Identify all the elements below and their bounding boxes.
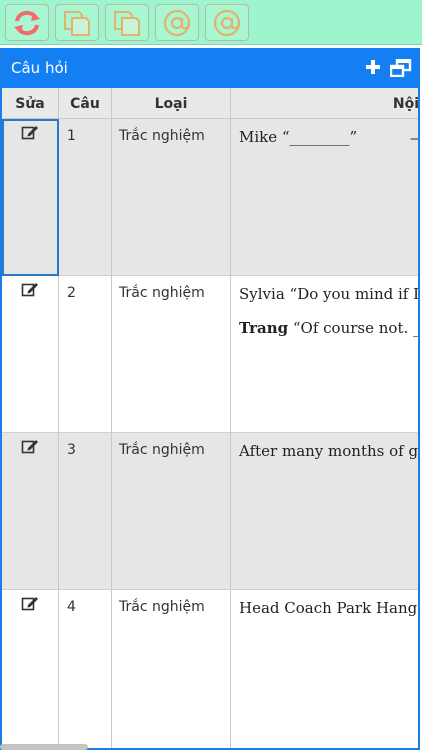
column-header-content[interactable]: Nội <box>231 88 418 119</box>
type-cell: Trắc nghiệm <box>112 276 231 432</box>
copy-button-2[interactable] <box>105 4 149 41</box>
column-header-number[interactable]: Câu <box>59 88 112 119</box>
edit-cell <box>2 119 59 275</box>
toolbar <box>0 0 422 45</box>
edit-icon[interactable] <box>21 595 39 615</box>
dash-mark: — <box>410 129 418 147</box>
refresh-icon <box>14 10 40 35</box>
edit-icon[interactable] <box>21 124 39 144</box>
question-content: Head Coach Park Hang–S <box>239 599 420 617</box>
question-number: 2 <box>67 285 76 301</box>
at-icon <box>163 9 191 36</box>
content-cell: Mike “________” — <box>231 119 418 275</box>
number-cell: 4 <box>59 590 112 748</box>
edit-cell <box>2 590 59 748</box>
question-content: Sylvia “Do you mind if I <box>239 285 420 303</box>
question-type: Trắc nghiệm <box>119 599 205 615</box>
edit-cell <box>2 433 59 589</box>
column-header-edit[interactable]: Sửa <box>2 88 59 119</box>
copy-button-1[interactable] <box>55 4 99 41</box>
plus-icon[interactable] <box>365 59 381 79</box>
type-cell: Trắc nghiệm <box>112 433 231 589</box>
edit-icon[interactable] <box>21 438 39 458</box>
table-row[interactable]: 4 Trắc nghiệm Head Coach Park Hang–S <box>2 590 420 748</box>
question-number: 3 <box>67 442 76 458</box>
at-icon <box>213 9 241 36</box>
table-row[interactable]: 3 Trắc nghiệm After many months of gru <box>2 433 420 590</box>
type-cell: Trắc nghiệm <box>112 119 231 275</box>
email-button-2[interactable] <box>205 4 249 41</box>
content-cell: After many months of gru <box>231 433 420 589</box>
horizontal-scrollbar[interactable] <box>0 744 88 750</box>
speaker-name: Trang <box>239 319 289 337</box>
table-header: Sửa Câu Loại Nội <box>2 88 418 119</box>
questions-panel: Câu hỏi Sửa Câu Loại Nội 1 Trắc nghiệm M… <box>0 48 420 750</box>
question-type: Trắc nghiệm <box>119 128 205 144</box>
email-button-1[interactable] <box>155 4 199 41</box>
question-content: Mike “________” <box>239 128 358 146</box>
question-number: 4 <box>67 599 76 615</box>
copy-icon <box>64 10 90 36</box>
number-cell: 2 <box>59 276 112 432</box>
edit-cell <box>2 276 59 432</box>
panel-title: Câu hỏi <box>11 59 68 77</box>
edit-icon[interactable] <box>21 281 39 301</box>
number-cell: 1 <box>59 119 112 275</box>
question-content: After many months of gru <box>239 442 420 460</box>
refresh-button[interactable] <box>5 4 49 41</box>
copy-icon <box>114 10 140 36</box>
panel-header: Câu hỏi <box>2 48 418 88</box>
speaker-text: “Of course not. __ <box>288 319 420 337</box>
content-cell: Sylvia “Do you mind if I Trang “Of cours… <box>231 276 420 432</box>
number-cell: 3 <box>59 433 112 589</box>
question-content-line2: Trang “Of course not. __ <box>239 319 420 337</box>
column-header-type[interactable]: Loại <box>112 88 231 119</box>
question-type: Trắc nghiệm <box>119 285 205 301</box>
question-type: Trắc nghiệm <box>119 442 205 458</box>
table-row[interactable]: 1 Trắc nghiệm Mike “________” — <box>2 119 418 276</box>
question-number: 1 <box>67 128 76 144</box>
table-row[interactable]: 2 Trắc nghiệm Sylvia “Do you mind if I T… <box>2 276 420 433</box>
content-cell: Head Coach Park Hang–S <box>231 590 420 748</box>
restore-window-icon[interactable] <box>389 58 412 81</box>
type-cell: Trắc nghiệm <box>112 590 231 748</box>
